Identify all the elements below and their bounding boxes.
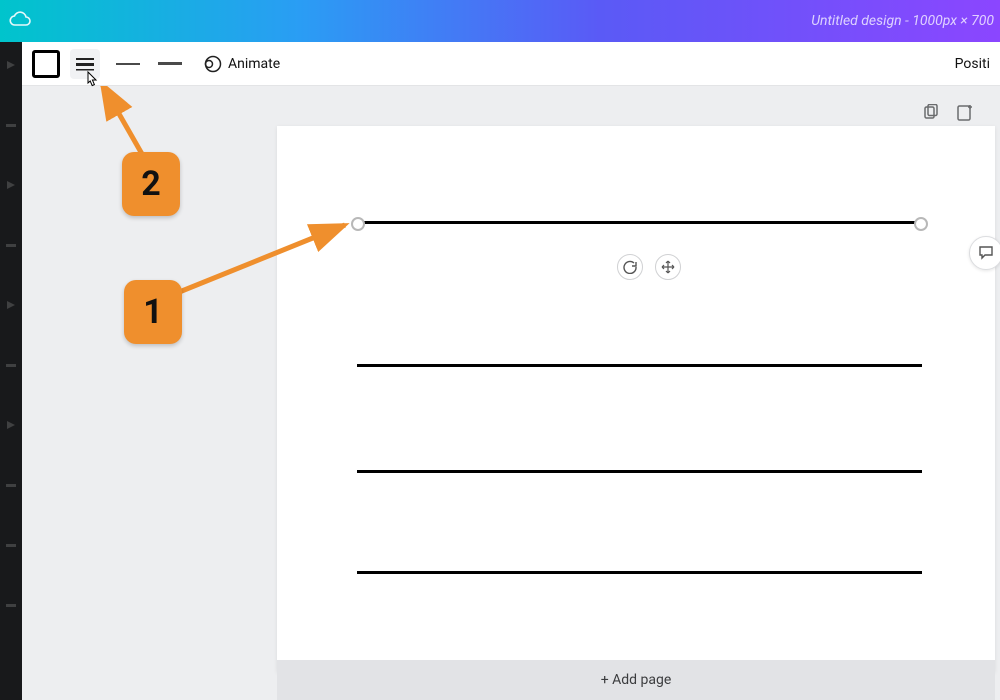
line-weight-icon bbox=[76, 57, 94, 71]
rail-item[interactable] bbox=[4, 290, 18, 320]
annotation-callout-2: 2 bbox=[122, 152, 180, 216]
add-page-button[interactable]: + Add page bbox=[277, 660, 995, 700]
line-weight-button[interactable] bbox=[70, 49, 100, 79]
line-style-thin[interactable] bbox=[116, 63, 140, 65]
editor-workspace: + Add page 2 1 bbox=[22, 86, 1000, 700]
canvas-line-3[interactable] bbox=[357, 470, 922, 473]
rotate-icon bbox=[623, 260, 637, 274]
rail-item[interactable] bbox=[4, 170, 18, 200]
rotate-handle[interactable] bbox=[617, 254, 643, 280]
rail-item[interactable] bbox=[4, 110, 18, 140]
canvas-line-4[interactable] bbox=[357, 571, 922, 574]
annotation-2-label: 2 bbox=[141, 164, 161, 204]
animate-motion-icon bbox=[204, 55, 222, 73]
annotation-callout-1: 1 bbox=[124, 280, 182, 344]
page-actions bbox=[922, 104, 974, 126]
add-page-label: + Add page bbox=[601, 672, 672, 688]
duplicate-page-icon[interactable] bbox=[922, 104, 940, 126]
add-comment-button[interactable] bbox=[969, 236, 1000, 270]
rail-item[interactable] bbox=[4, 590, 18, 620]
rail-item[interactable] bbox=[4, 50, 18, 80]
element-float-controls bbox=[617, 254, 681, 280]
cloud-sync-icon[interactable] bbox=[8, 11, 32, 31]
line-color-swatch[interactable] bbox=[32, 50, 60, 78]
rail-item[interactable] bbox=[4, 470, 18, 500]
annotation-1-label: 1 bbox=[143, 292, 163, 332]
element-context-toolbar: Animate Positi bbox=[22, 42, 1000, 86]
new-page-icon[interactable] bbox=[956, 104, 974, 126]
design-page[interactable] bbox=[277, 126, 995, 672]
comment-icon bbox=[977, 244, 995, 262]
move-handle[interactable] bbox=[655, 254, 681, 280]
rail-item[interactable] bbox=[4, 230, 18, 260]
line-style-group bbox=[116, 62, 182, 65]
app-header: Untitled design - 1000px × 700 bbox=[0, 0, 1000, 42]
position-button[interactable]: Positi bbox=[955, 56, 990, 72]
rail-item[interactable] bbox=[4, 350, 18, 380]
canvas-line-1[interactable] bbox=[357, 221, 922, 224]
left-tool-rail bbox=[0, 42, 22, 700]
rail-item[interactable] bbox=[4, 530, 18, 560]
animate-button[interactable]: Animate bbox=[204, 55, 280, 73]
document-title[interactable]: Untitled design - 1000px × 700 bbox=[811, 13, 994, 29]
animate-label: Animate bbox=[228, 56, 280, 72]
rail-item[interactable] bbox=[4, 410, 18, 440]
line-style-thick[interactable] bbox=[158, 62, 182, 65]
canvas-line-2[interactable] bbox=[357, 364, 922, 367]
move-icon bbox=[661, 260, 675, 274]
